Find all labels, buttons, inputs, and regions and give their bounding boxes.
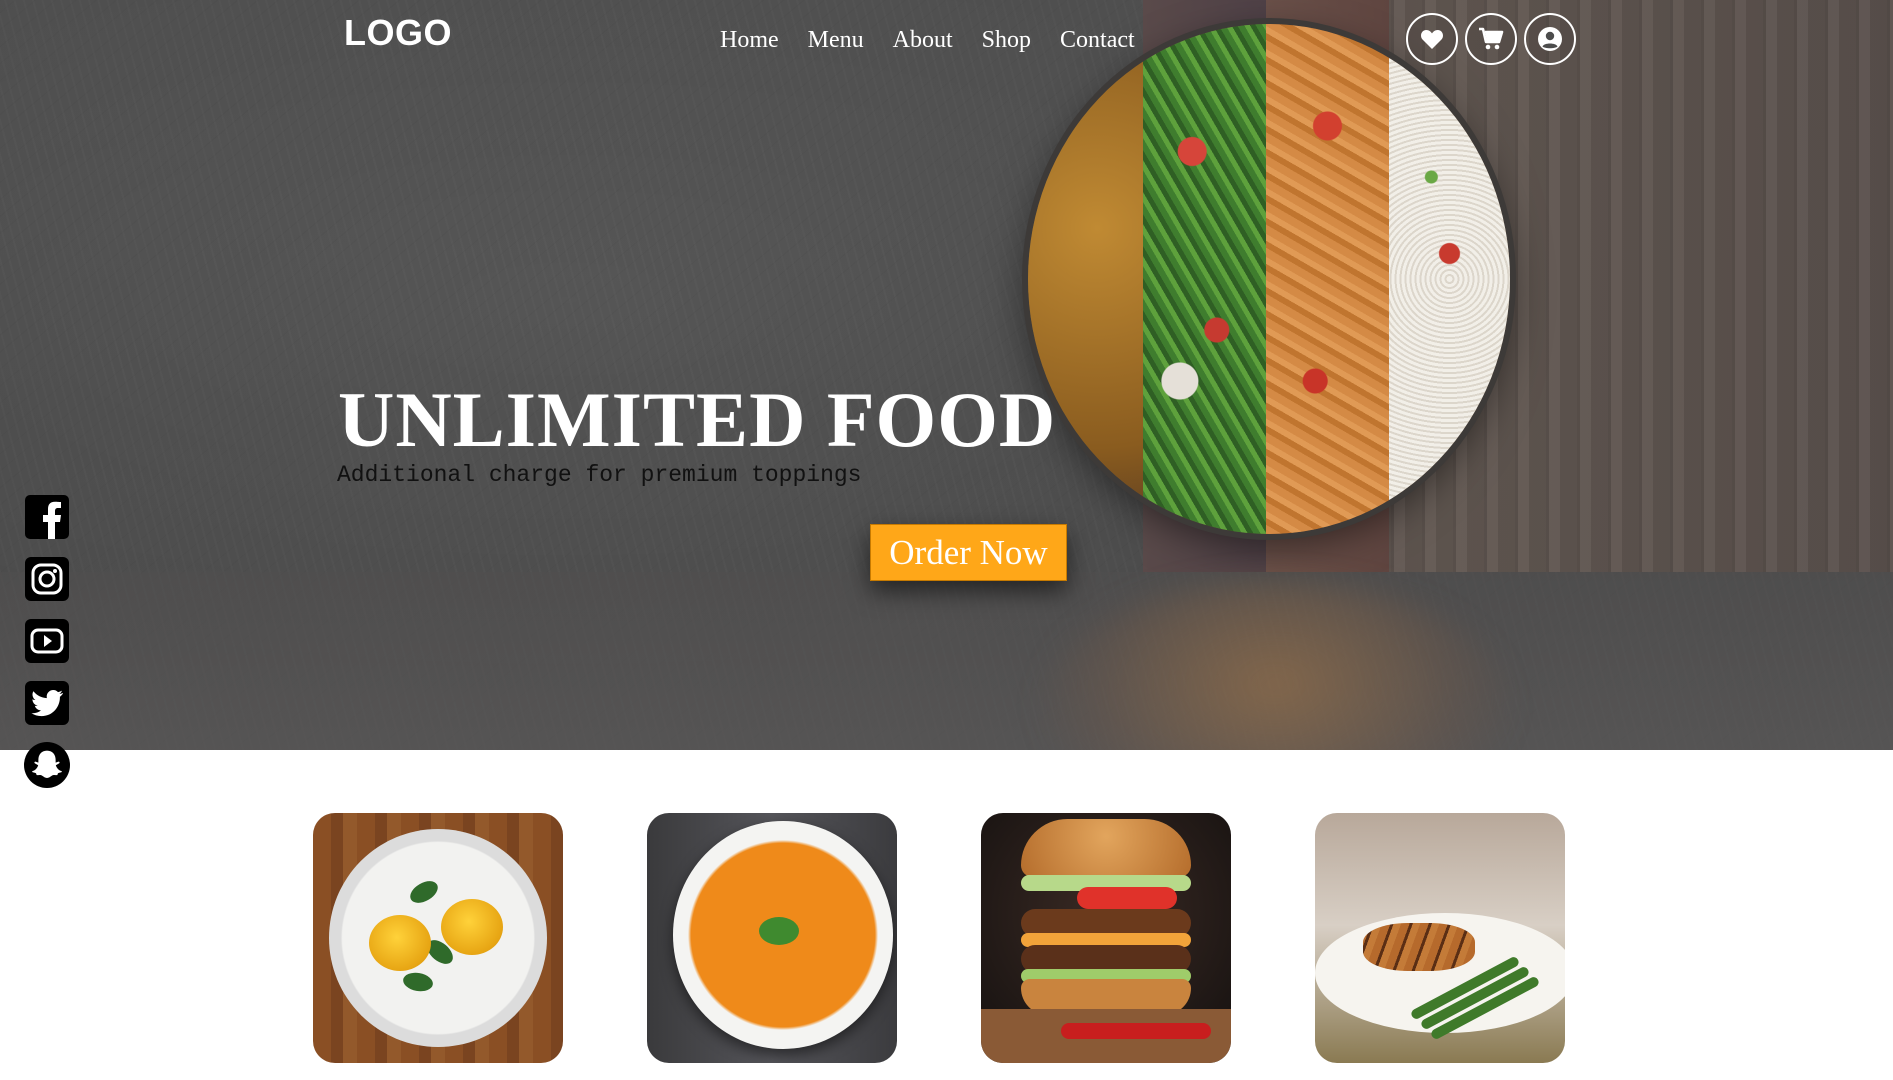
favorites-button[interactable] xyxy=(1406,13,1458,65)
food-plate-image xyxy=(1028,24,1510,534)
grilled-chicken-image xyxy=(1315,813,1565,1063)
pasta-section xyxy=(1266,24,1389,534)
instagram-icon xyxy=(25,557,69,601)
burger-bun-top xyxy=(1021,819,1191,877)
eggs-benedict-image xyxy=(313,813,563,1063)
tomato xyxy=(1077,887,1177,909)
food-card[interactable] xyxy=(647,813,897,1063)
plate xyxy=(329,829,547,1047)
food-cards xyxy=(313,813,1565,1063)
instagram-link[interactable] xyxy=(24,556,70,602)
snapchat-link[interactable] xyxy=(24,742,70,788)
nav-home[interactable]: Home xyxy=(720,22,779,58)
hero-section: LOGO Home Menu About Shop Contact UNLIMI… xyxy=(0,0,1893,750)
social-links xyxy=(24,494,70,788)
food-card[interactable] xyxy=(981,813,1231,1063)
facebook-icon xyxy=(25,495,69,539)
account-button[interactable] xyxy=(1524,13,1576,65)
nav-about[interactable]: About xyxy=(893,22,953,58)
header-actions xyxy=(1406,13,1576,65)
nav-menu[interactable]: Menu xyxy=(808,22,864,58)
site-logo[interactable]: LOGO xyxy=(344,12,452,54)
pumpkin-soup-image xyxy=(647,813,897,1063)
heart-icon xyxy=(1421,30,1443,49)
youtube-link[interactable] xyxy=(24,618,70,664)
nav-contact[interactable]: Contact xyxy=(1060,22,1135,58)
food-card[interactable] xyxy=(1315,813,1565,1063)
grilled-chicken xyxy=(1363,923,1475,971)
herb-garnish xyxy=(759,917,799,945)
nav-shop[interactable]: Shop xyxy=(982,22,1031,58)
hero-bottom-overlay xyxy=(0,572,1893,750)
poached-egg xyxy=(441,899,503,955)
twitter-icon xyxy=(25,681,69,725)
cart-button[interactable] xyxy=(1465,13,1517,65)
poached-egg xyxy=(369,915,431,971)
main-nav: Home Menu About Shop Contact xyxy=(720,22,1164,58)
youtube-icon xyxy=(25,619,69,663)
hero-subtitle: Additional charge for premium toppings xyxy=(337,462,862,488)
twitter-link[interactable] xyxy=(24,680,70,726)
hero-title: UNLIMITED FOOD xyxy=(338,376,1057,463)
food-card[interactable] xyxy=(313,813,563,1063)
burger-image xyxy=(981,813,1231,1063)
snapchat-icon xyxy=(24,742,70,788)
order-now-button[interactable]: Order Now xyxy=(870,524,1067,581)
cart-icon xyxy=(1479,27,1504,50)
facebook-link[interactable] xyxy=(24,494,70,540)
chili-pepper xyxy=(1061,1023,1211,1039)
user-icon xyxy=(1538,27,1562,51)
rice-section xyxy=(1389,24,1510,534)
salad-section xyxy=(1143,24,1266,534)
